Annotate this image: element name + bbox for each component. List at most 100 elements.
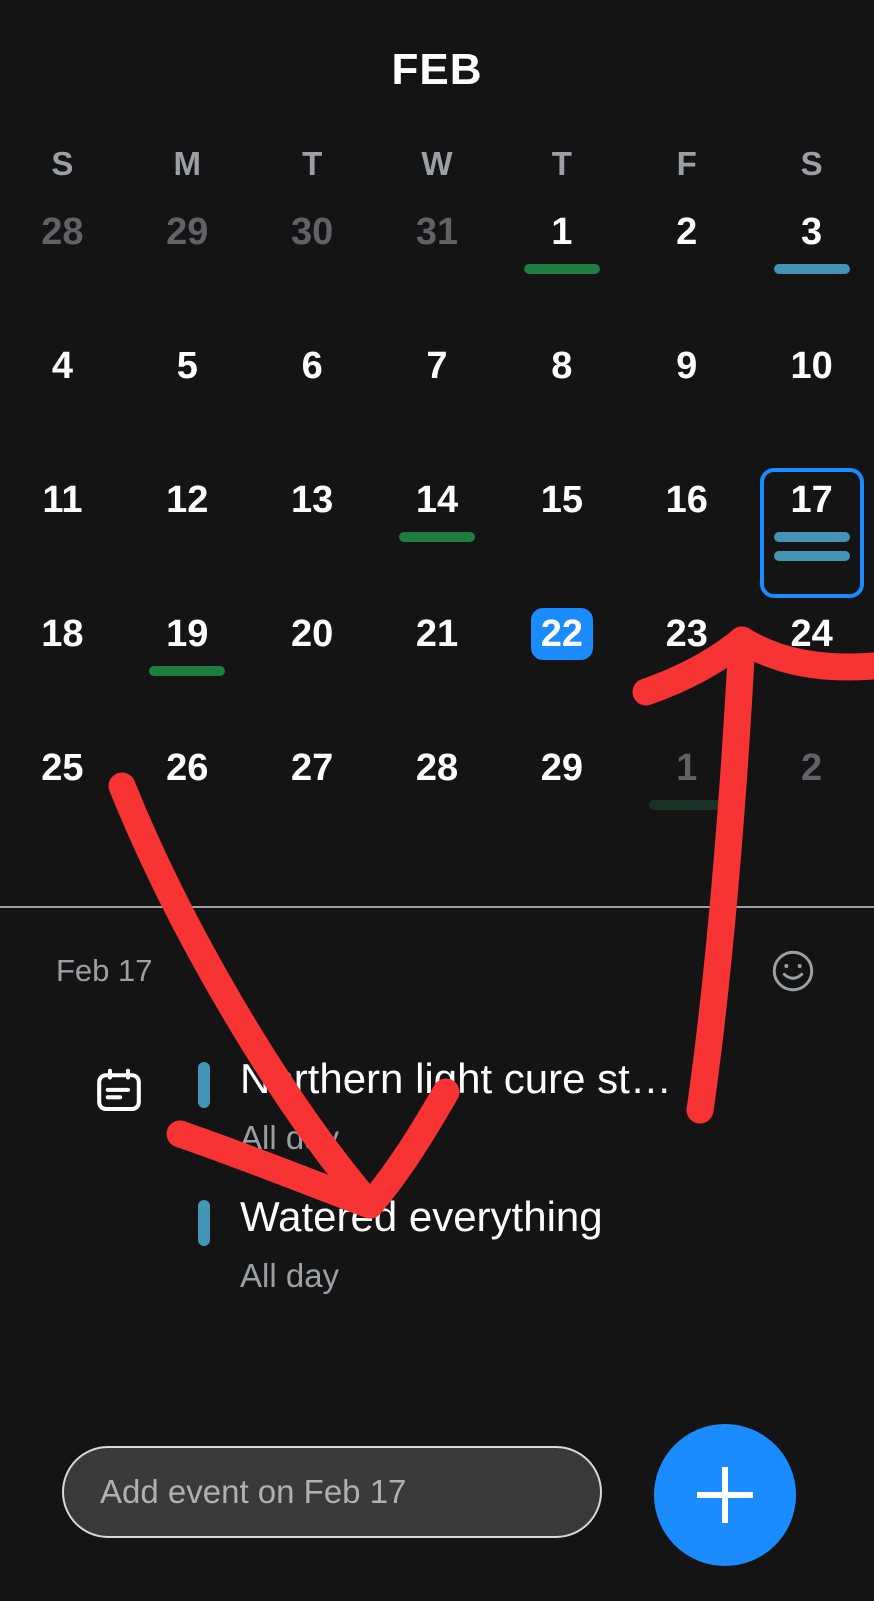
day-box: 21 <box>385 602 489 732</box>
day-number: 19 <box>166 613 209 655</box>
calendar-week-row: 18 19 20 21 22 23 24 <box>0 602 874 736</box>
calendar-week-row: 4 5 6 7 8 9 10 <box>0 334 874 468</box>
day-cell[interactable]: 20 <box>250 602 375 736</box>
day-box: 6 <box>260 334 364 464</box>
day-number: 1 <box>551 211 573 253</box>
day-cell[interactable]: 10 <box>749 334 874 468</box>
event-row[interactable]: Northern light cure st… All day <box>0 1036 874 1174</box>
day-cell[interactable]: 30 <box>250 200 375 334</box>
add-event-input[interactable]: Add event on Feb 17 <box>62 1446 602 1538</box>
day-cell[interactable]: 19 <box>125 602 250 736</box>
day-cell[interactable]: 1 <box>499 200 624 334</box>
event-marker <box>773 264 850 274</box>
calendar-icon <box>92 1064 146 1118</box>
day-number: 28 <box>41 211 84 253</box>
day-number: 28 <box>415 747 459 789</box>
day-box: 12 <box>135 468 239 598</box>
day-cell[interactable]: 7 <box>375 334 500 468</box>
calendar-grid: 28 29 30 31 1 2 3 4 5 6 7 8 9 10 11 12 13 14 15 16 17 18 19 20 2… <box>0 200 874 870</box>
event-list: Northern light cure st… All day Watered ev… <box>0 1036 874 1312</box>
event-row[interactable]: Watered everything All day <box>0 1174 874 1312</box>
day-cell[interactable]: 15 <box>499 468 624 602</box>
day-cell[interactable]: 25 <box>0 736 125 870</box>
day-cell[interactable]: 23 <box>624 602 749 736</box>
day-cell[interactable]: 13 <box>250 468 375 602</box>
day-cell[interactable]: 2 <box>624 200 749 334</box>
event-body: Northern light cure st… All day <box>198 1052 844 1162</box>
event-marker <box>149 666 226 676</box>
day-cell[interactable]: 1 <box>624 736 749 870</box>
day-cell[interactable]: 29 <box>499 736 624 870</box>
day-cell[interactable]: 11 <box>0 468 125 602</box>
day-box: 13 <box>260 468 364 598</box>
day-cell[interactable]: 21 <box>375 602 500 736</box>
day-cell[interactable]: 24 <box>749 602 874 736</box>
smiley-icon[interactable] <box>768 946 818 996</box>
day-cell[interactable]: 9 <box>624 334 749 468</box>
event-color-bar <box>198 1200 210 1246</box>
month-title[interactable]: FEB <box>392 45 483 95</box>
day-box: 23 <box>635 602 739 732</box>
day-box: 16 <box>635 468 739 598</box>
day-cell[interactable]: 3 <box>749 200 874 334</box>
day-box: 3 <box>760 200 864 330</box>
add-event-fab[interactable] <box>654 1424 796 1566</box>
day-event-markers <box>385 532 489 542</box>
day-number: 16 <box>665 479 708 521</box>
day-box: 27 <box>260 736 364 866</box>
day-cell[interactable]: 29 <box>125 200 250 334</box>
day-number: 7 <box>426 345 448 387</box>
day-cell[interactable]: 14 <box>375 468 500 602</box>
day-event-markers <box>510 264 614 274</box>
weekday-label: T <box>551 145 572 182</box>
calendar-app-screen: FEB SMTWTFS 28 29 30 31 1 2 3 4 5 6 7 8 9 10 11 12 13 14 1… <box>0 0 874 1601</box>
day-box: 15 <box>510 468 614 598</box>
weekday-label: S <box>800 145 823 182</box>
day-event-markers <box>764 532 860 561</box>
weekday-label: F <box>676 145 697 182</box>
day-number: 4 <box>51 345 73 387</box>
day-box: 4 <box>10 334 114 464</box>
calendar-week-row: 28 29 30 31 1 2 3 <box>0 200 874 334</box>
day-cell[interactable]: 2 <box>749 736 874 870</box>
day-box: 24 <box>760 602 864 732</box>
day-cell[interactable]: 22 <box>499 602 624 736</box>
day-number: 2 <box>801 747 823 789</box>
day-cell[interactable]: 12 <box>125 468 250 602</box>
day-number: 24 <box>790 613 833 655</box>
day-number: 14 <box>415 479 459 521</box>
day-cell[interactable]: 5 <box>125 334 250 468</box>
day-cell[interactable]: 18 <box>0 602 125 736</box>
day-cell[interactable]: 28 <box>0 200 125 334</box>
day-cell[interactable]: 4 <box>0 334 125 468</box>
day-number: 2 <box>676 211 698 253</box>
day-box: 14 <box>385 468 489 598</box>
day-number: 6 <box>301 345 323 387</box>
selected-date-label: Feb 17 <box>56 953 153 988</box>
day-event-markers <box>135 666 239 676</box>
day-cell[interactable]: 31 <box>375 200 500 334</box>
day-number: 17 <box>790 479 833 521</box>
day-cell[interactable]: 27 <box>250 736 375 870</box>
day-cell[interactable]: 6 <box>250 334 375 468</box>
day-box: 20 <box>260 602 364 732</box>
day-cell[interactable]: 26 <box>125 736 250 870</box>
day-cell[interactable]: 28 <box>375 736 500 870</box>
day-number: 27 <box>291 747 334 789</box>
weekday-label: W <box>421 145 453 182</box>
event-marker <box>773 551 850 561</box>
day-cell[interactable]: 16 <box>624 468 749 602</box>
event-marker <box>648 800 725 810</box>
weekday-label: S <box>51 145 74 182</box>
day-box: 22 <box>510 602 614 732</box>
day-box: 1 <box>635 736 739 866</box>
day-number: 30 <box>291 211 334 253</box>
day-cell[interactable]: 8 <box>499 334 624 468</box>
day-box: 29 <box>135 200 239 330</box>
day-cell[interactable]: 17 <box>749 468 874 602</box>
day-number: 9 <box>676 345 698 387</box>
add-event-placeholder: Add event on Feb 17 <box>100 1473 407 1510</box>
calendar-week-row: 11 12 13 14 15 16 17 <box>0 468 874 602</box>
day-number: 12 <box>166 479 209 521</box>
day-box: 10 <box>760 334 864 464</box>
